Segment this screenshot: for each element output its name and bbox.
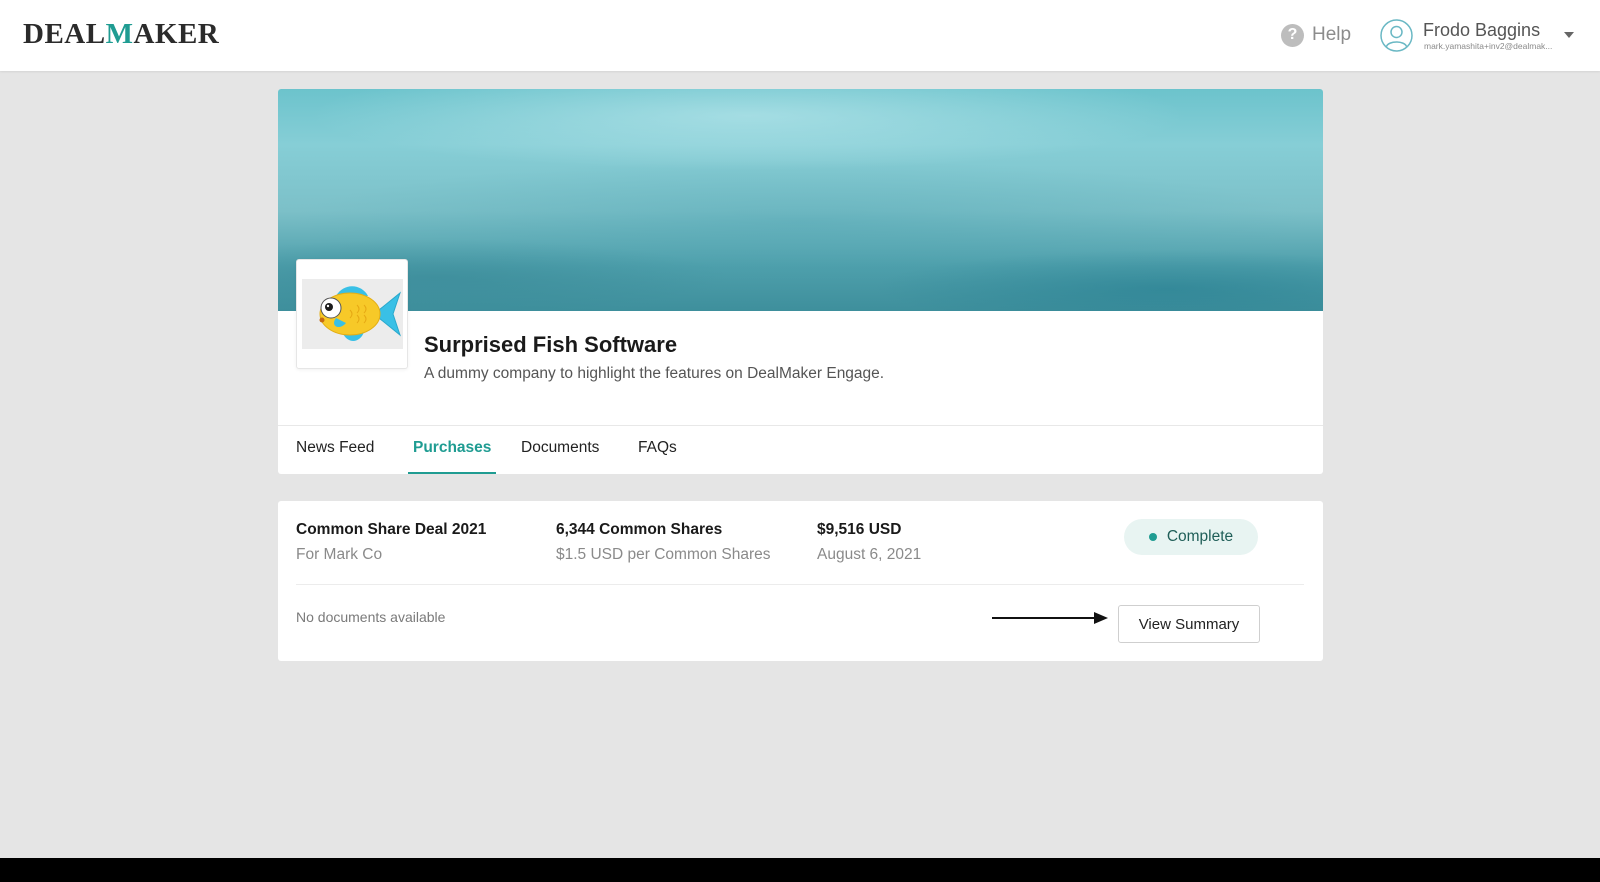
purchase-card: Common Share Deal 2021 For Mark Co 6,344… bbox=[278, 501, 1323, 661]
bottom-bar bbox=[0, 858, 1600, 882]
company-description: A dummy company to highlight the feature… bbox=[424, 365, 885, 382]
no-documents-message: No documents available bbox=[296, 609, 446, 625]
tab-news-feed[interactable]: News Feed bbox=[291, 426, 379, 474]
price-per-share: $1.5 USD per Common Shares bbox=[556, 546, 771, 563]
help-label: Help bbox=[1312, 24, 1352, 45]
deal-name: Common Share Deal 2021 bbox=[296, 521, 487, 538]
divider bbox=[296, 584, 1304, 585]
company-logo bbox=[296, 259, 408, 369]
share-count: 6,344 Common Shares bbox=[556, 521, 723, 538]
logo-text-right: AKER bbox=[133, 18, 220, 50]
company-banner-image bbox=[278, 89, 1323, 311]
status-dot-icon bbox=[1148, 533, 1157, 541]
company-name: Surprised Fish Software bbox=[424, 332, 678, 357]
chevron-down-icon[interactable] bbox=[1564, 32, 1574, 38]
top-navbar: DEALMAKER ? Help Frodo Baggins mark.yama… bbox=[0, 0, 1600, 71]
tab-purchases[interactable]: Purchases bbox=[408, 426, 497, 474]
logo-check-letter: M bbox=[105, 18, 134, 50]
company-logo-background bbox=[302, 279, 403, 349]
fish-logo-icon bbox=[319, 286, 402, 342]
tab-faqs[interactable]: FAQs bbox=[633, 426, 682, 474]
help-link[interactable]: ? Help bbox=[1281, 21, 1351, 49]
user-menu[interactable]: Frodo Baggins mark.yamashita+inv2@dealma… bbox=[1380, 17, 1580, 55]
status-badge: Complete bbox=[1124, 519, 1258, 555]
company-tabs: News Feed Purchases Documents FAQs bbox=[278, 425, 1323, 474]
user-email: mark.yamashita+inv2@dealmak... bbox=[1424, 41, 1553, 51]
user-circle-icon bbox=[1380, 19, 1413, 52]
company-card: Surprised Fish Software A dummy company … bbox=[278, 89, 1323, 474]
user-name: Frodo Baggins bbox=[1423, 20, 1541, 40]
purchase-date: August 6, 2021 bbox=[817, 546, 922, 563]
tab-documents[interactable]: Documents bbox=[516, 426, 604, 474]
deal-company: For Mark Co bbox=[296, 546, 383, 563]
view-summary-button[interactable]: View Summary bbox=[1118, 605, 1260, 643]
arrow-right-icon bbox=[992, 612, 1108, 624]
purchase-amount: $9,516 USD bbox=[817, 521, 902, 538]
dealmaker-logo[interactable]: DEALMAKER bbox=[23, 18, 219, 51]
logo-text-left: DEAL bbox=[23, 18, 106, 50]
status-label: Complete bbox=[1166, 528, 1234, 545]
question-circle-icon: ? bbox=[1281, 23, 1304, 47]
